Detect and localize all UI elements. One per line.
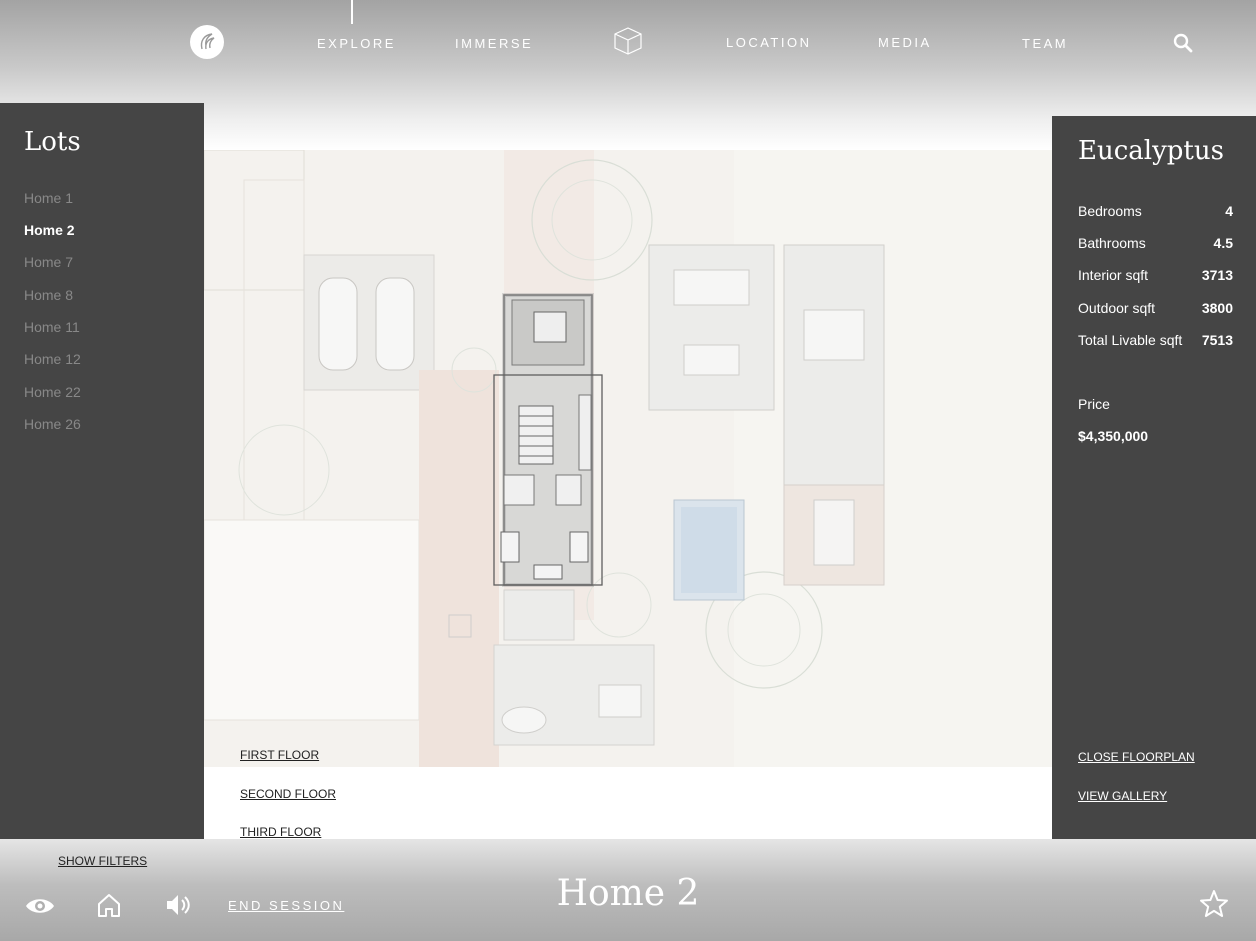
lot-item-home-8[interactable]: Home 8 (24, 287, 73, 303)
nav-immerse[interactable]: IMMERSE (455, 36, 533, 51)
lot-item-home-2[interactable]: Home 2 (24, 222, 75, 238)
second-floor-link[interactable]: SECOND FLOOR (240, 787, 336, 801)
floorplan-image (204, 150, 1052, 767)
spec-label: Bedrooms (1078, 203, 1142, 219)
spec-label: Outdoor sqft (1078, 300, 1156, 316)
show-filters-link[interactable]: SHOW FILTERS (58, 854, 147, 868)
star-icon[interactable] (1198, 888, 1230, 925)
spec-row: Outdoor sqft 3800 (1078, 300, 1233, 316)
bottom-bar: SHOW FILTERS END SESSION Home 2 (0, 839, 1256, 941)
view-gallery-link[interactable]: VIEW GALLERY (1078, 789, 1167, 803)
spec-label: Total Livable sqft (1078, 332, 1183, 348)
lot-item-home-12[interactable]: Home 12 (24, 351, 81, 367)
lot-item-home-26[interactable]: Home 26 (24, 416, 81, 432)
home-info-panel: Eucalyptus Bedrooms 4 Bathrooms 4.5 Inte… (1052, 116, 1256, 852)
first-floor-link[interactable]: FIRST FLOOR (240, 748, 319, 762)
lots-panel: Lots Home 1 Home 2 Home 7 Home 8 Home 11… (0, 103, 204, 839)
logo-icon[interactable] (190, 25, 224, 59)
spec-row: Bedrooms 4 (1078, 203, 1233, 219)
nav-active-indicator (351, 0, 353, 24)
spec-row: Bathrooms 4.5 (1078, 235, 1233, 251)
spec-value: 7513 (1201, 332, 1233, 348)
model-title: Eucalyptus (1078, 136, 1224, 166)
close-floorplan-link[interactable]: CLOSE FLOORPLAN (1078, 750, 1195, 764)
spec-value: 3713 (1201, 267, 1233, 283)
search-icon[interactable] (1172, 32, 1194, 59)
lot-item-home-1[interactable]: Home 1 (24, 190, 73, 206)
spec-row: Interior sqft 3713 (1078, 267, 1233, 283)
spec-value: 3800 (1201, 300, 1233, 316)
lot-item-home-22[interactable]: Home 22 (24, 384, 81, 400)
spec-value: 4 (1225, 203, 1233, 219)
price-label: Price (1078, 396, 1110, 412)
spec-value: 4.5 (1213, 235, 1233, 251)
lot-item-home-7[interactable]: Home 7 (24, 254, 73, 270)
floorplan-highlight (493, 293, 603, 587)
nav-team[interactable]: TEAM (1022, 36, 1068, 51)
cube-icon[interactable] (612, 25, 644, 62)
lots-title: Lots (24, 127, 81, 157)
lot-item-home-11[interactable]: Home 11 (24, 319, 80, 335)
price-value: $4,350,000 (1078, 428, 1149, 444)
selected-home-title: Home 2 (556, 873, 700, 914)
third-floor-link[interactable]: THIRD FLOOR (240, 825, 321, 839)
spec-row: Total Livable sqft 7513 (1078, 332, 1233, 348)
spec-label: Bathrooms (1078, 235, 1146, 251)
spec-label: Interior sqft (1078, 267, 1149, 283)
nav-explore[interactable]: EXPLORE (317, 36, 396, 51)
nav-location[interactable]: LOCATION (726, 35, 812, 50)
nav-media[interactable]: MEDIA (878, 35, 932, 50)
